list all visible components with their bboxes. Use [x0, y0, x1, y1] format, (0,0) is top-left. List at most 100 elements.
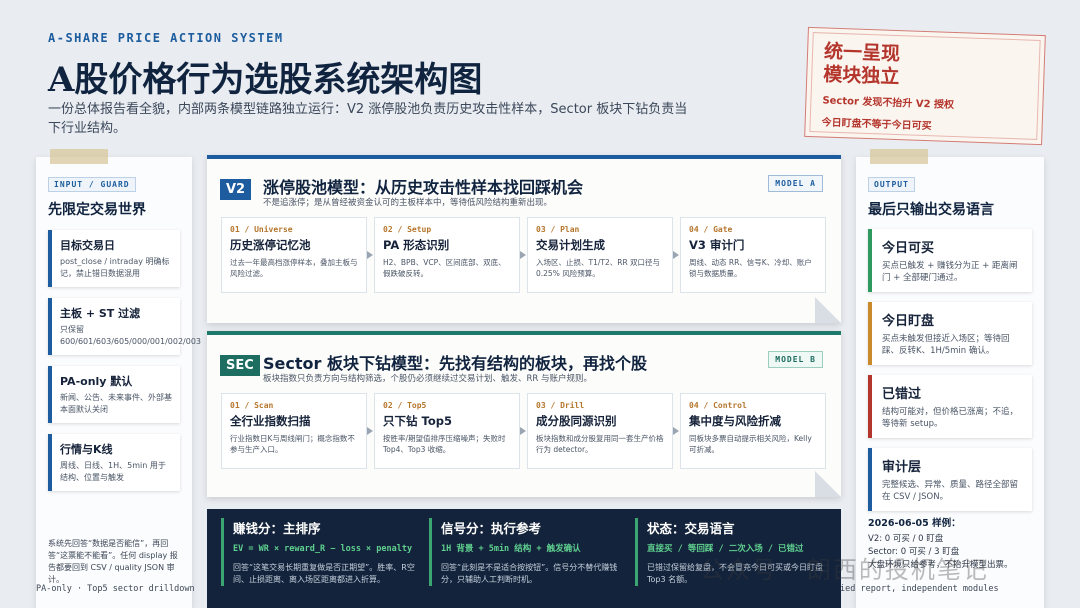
step-desc: H2、BPB、VCP、区间底部、双底、假跌破反转。	[383, 258, 506, 278]
output-card-title: 审计层	[882, 460, 922, 475]
step-title: 只下钻 Top5	[383, 414, 452, 428]
guard-card-desc: post_close / intraday 明确标记，禁止错日数据混用	[60, 257, 170, 278]
arrow-right-icon	[367, 251, 373, 259]
guard-card: 目标交易日 post_close / intraday 明确标记，禁止错日数据混用	[48, 230, 180, 287]
step-desc: 行业指数日K与周线闸门；概念指数不参与生产入口。	[230, 434, 355, 454]
footer-right: ied report, independent modules	[840, 584, 999, 594]
principle-stamp: 统一呈现 模块独立 Sector 发现不抬升 V2 授权 今日盯盘不等于今日可买	[804, 26, 1046, 146]
guard-card: 行情与K线 周线、日线、1H、5min 用于结构、位置与触发	[48, 434, 180, 491]
score-column: 赚钱分：主排序 EV = WR × reward_R − loss × penal…	[221, 518, 416, 586]
kicker: A-SHARE PRICE ACTION SYSTEM	[48, 31, 284, 45]
step-desc: 同板块多票自动提示相关风险，Kelly 可折减。	[689, 434, 812, 454]
model-b-subtitle: 板块指数只负责方向与结构筛选，个股仍必须继续过交易计划、触发、RR 与账户规则。	[263, 374, 593, 384]
output-title: 最后只输出交易语言	[868, 202, 994, 218]
page-fold	[815, 297, 841, 323]
model-a-title: 涨停股池模型：从历史攻击性样本找回踩机会	[263, 178, 584, 197]
arrow-right-icon	[673, 427, 679, 435]
model-b-steps: 01 / Scan 全行业指数扫描行业指数日K与周线闸门；概念指数不参与生产入口。…	[221, 393, 833, 469]
step-desc: 板块指数和成分股复用同一套生产价格行为 detector。	[536, 434, 664, 454]
guard-card-desc: 新闻、公告、未来事件、外部基本面默认关闭	[60, 393, 172, 414]
model-b-tag: MODEL B	[768, 351, 823, 368]
input-tag: INPUT / GUARD	[48, 177, 136, 192]
score-desc: 回答“这笔交易长期重复做是否正期望”。胜率、R空间、止损距离、离入场区距离都进入…	[233, 563, 415, 584]
page-title: A股价格行为选股系统架构图	[48, 60, 483, 100]
output-card: 今日盯盘买点未触发但接近入场区；等待回踩、反转K、1H/5min 确认。	[868, 302, 1032, 365]
step-desc: 过去一年最高档涨停样本，叠加主板与风险过滤。	[230, 258, 358, 278]
model-b-badge: SEC	[220, 355, 260, 376]
model-b-title: Sector 板块下钻模型：先找有结构的板块，再找个股	[263, 354, 647, 373]
output-card-desc: 买点未触发但接近入场区；等待回踩、反转K、1H/5min 确认。	[882, 334, 1010, 356]
output-card-title: 今日盯盘	[882, 314, 935, 329]
input-title: 先限定交易世界	[48, 202, 146, 218]
pipeline-step: 03 / Drill 成分股同源识别板块指数和成分股复用同一套生产价格行为 det…	[527, 393, 679, 469]
guard-card-title: 主板 + ST 过滤	[60, 307, 141, 320]
pipeline-step: 01 / Universe 历史涨停记忆池过去一年最高档涨停样本，叠加主板与风险过…	[221, 217, 373, 293]
sample-line: V2: 0 可买 / 0 盯盘	[868, 534, 944, 544]
model-a-subtitle: 不是追涨停；是从曾经被资金认可的主板样本中，等待低风险结构重新出现。	[263, 198, 553, 208]
step-desc: 入场区、止损、T1/T2、RR 双口径与 0.25% 风险预算。	[536, 258, 661, 278]
tape-decoration	[50, 149, 108, 164]
step-title: PA 形态识别	[383, 238, 450, 252]
pipeline-step: 02 / Setup PA 形态识别 H2、BPB、VCP、区间底部、双底、假跌破反…	[374, 217, 526, 293]
step-desc: 周线、动态 RR、信号K、冷却、账户锁与数据质量。	[689, 258, 812, 278]
score-formula: 1H 背景 + 5min 结构 + 触发确认	[441, 544, 581, 554]
arrow-right-icon	[520, 427, 526, 435]
step-number: 03 / Plan	[536, 225, 580, 234]
model-a-panel: V2 涨停股池模型：从历史攻击性样本找回踩机会 不是追涨停；是从曾经被资金认可的…	[207, 155, 841, 323]
footer-left: PA-only · Top5 sector drilldown	[36, 584, 195, 594]
guard-card-desc: 只保留 600/601/603/605/000/001/002/003	[60, 325, 202, 346]
score-formula: EV = WR × reward_R − loss × penalty	[233, 544, 413, 554]
output-card-desc: 买点已触发 + 赚钱分为正 + 距离闸门 + 全部硬门通过。	[882, 261, 1018, 283]
step-desc: 按胜率/期望值排序压缩噪声；失败时 Top4、Top3 收缩。	[383, 434, 506, 454]
step-number: 04 / Gate	[689, 225, 733, 234]
pipeline-step: 04 / Gate V3 审计门周线、动态 RR、信号K、冷却、账户锁与数据质量。	[680, 217, 826, 293]
step-title: V3 审计门	[689, 238, 745, 252]
guard-card-title: 行情与K线	[60, 443, 113, 456]
output-card-title: 已错过	[882, 387, 922, 402]
step-number: 03 / Drill	[536, 401, 585, 410]
step-number: 02 / Top5	[383, 401, 427, 410]
input-footnote: 系统先回答“数据是否能信”，再回答“这票能不能看”。任何 display 报告都…	[48, 539, 178, 584]
guard-card-title: 目标交易日	[60, 239, 115, 252]
arrow-right-icon	[367, 427, 373, 435]
output-card: 审计层完整候选、异常、质量、路径全部留在 CSV / JSON。	[868, 448, 1032, 511]
arrow-right-icon	[673, 251, 679, 259]
score-title: 信号分：执行参考	[441, 521, 542, 536]
output-card: 今日可买买点已触发 + 赚钱分为正 + 距离闸门 + 全部硬门通过。	[868, 229, 1032, 292]
output-panel: OUTPUT 最后只输出交易语言 今日可买买点已触发 + 赚钱分为正 + 距离闸…	[856, 149, 1044, 608]
step-title: 交易计划生成	[536, 238, 605, 252]
output-card: 已错过结构可能对，但价格已涨离；不追，等待新 setup。	[868, 375, 1032, 438]
pipeline-step: 04 / Control 集中度与风险折减同板块多票自动提示相关风险，Kelly …	[680, 393, 826, 469]
output-card-title: 今日可买	[882, 241, 935, 256]
pipeline-step: 02 / Top5 只下钻 Top5 按胜率/期望值排序压缩噪声；失败时 Top4、…	[374, 393, 526, 469]
guard-card: PA-only 默认新闻、公告、未来事件、外部基本面默认关闭	[48, 366, 180, 423]
step-title: 成分股同源识别	[536, 414, 617, 428]
score-title: 状态：交易语言	[647, 521, 735, 536]
score-column: 信号分：执行参考 1H 背景 + 5min 结构 + 触发确认回答“此刻是不是适合…	[429, 518, 624, 586]
tape-decoration	[870, 149, 928, 164]
step-title: 全行业指数扫描	[230, 414, 311, 428]
step-title: 集中度与风险折减	[689, 414, 781, 428]
stamp-note1: Sector 发现不抬升 V2 授权	[822, 95, 955, 112]
output-card-desc: 完整候选、异常、质量、路径全部留在 CSV / JSON。	[882, 480, 1019, 502]
step-number: 01 / Scan	[230, 401, 274, 410]
step-title: 历史涨停记忆池	[230, 238, 311, 252]
score-title: 赚钱分：主排序	[233, 521, 321, 536]
output-card-desc: 结构可能对，但价格已涨离；不追，等待新 setup。	[882, 407, 1019, 429]
watermark: 公众号 · 朗西的投机笔记	[700, 556, 989, 584]
step-number: 02 / Setup	[383, 225, 432, 234]
stamp-note2: 今日盯盘不等于今日可买	[821, 117, 932, 133]
step-number: 04 / Control	[689, 401, 747, 410]
arrow-right-icon	[520, 251, 526, 259]
output-tag: OUTPUT	[868, 177, 915, 192]
model-b-panel: SEC Sector 板块下钻模型：先找有结构的板块，再找个股 板块指数只负责方…	[207, 331, 841, 497]
page-subtitle: 一份总体报告看全貌，内部两条模型链路独立运行：V2 涨停股池负责历史攻击性样本，…	[48, 102, 688, 136]
model-a-steps: 01 / Universe 历史涨停记忆池过去一年最高档涨停样本，叠加主板与风险过…	[221, 217, 833, 293]
guard-card-title: PA-only 默认	[60, 375, 133, 388]
score-desc: 回答“此刻是不是适合按按钮”。信号分不替代赚钱分，只辅助人工判断时机。	[441, 563, 618, 584]
model-a-tag: MODEL A	[768, 175, 823, 192]
guard-card: 主板 + ST 过滤只保留 600/601/603/605/000/001/00…	[48, 298, 202, 355]
sample-title: 2026-06-05 样例：	[868, 518, 961, 529]
pipeline-step: 01 / Scan 全行业指数扫描行业指数日K与周线闸门；概念指数不参与生产入口。	[221, 393, 373, 469]
step-number: 01 / Universe	[230, 225, 293, 234]
